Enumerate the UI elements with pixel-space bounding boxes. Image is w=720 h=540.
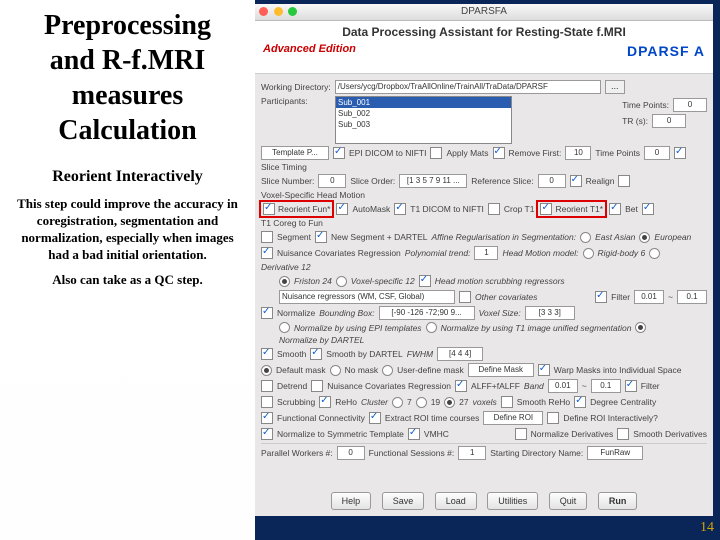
help-button[interactable]: Help <box>331 492 372 510</box>
close-icon[interactable] <box>259 7 268 16</box>
run-button[interactable]: Run <box>598 492 638 510</box>
new-segment-cb[interactable] <box>315 231 327 243</box>
tr-input[interactable]: 0 <box>652 114 686 128</box>
app-window: DPARSFA Data Processing Assistant for Re… <box>255 4 713 516</box>
minimize-icon[interactable] <box>274 7 283 16</box>
automask-cb[interactable] <box>336 203 348 215</box>
template-button[interactable]: Template P... <box>261 146 329 160</box>
page-number: 14 <box>700 520 714 536</box>
bet-cb[interactable] <box>609 203 621 215</box>
realign-cb[interactable] <box>570 175 582 187</box>
quit-button[interactable]: Quit <box>549 492 588 510</box>
remove-first-cb[interactable] <box>493 147 505 159</box>
utilities-button[interactable]: Utilities <box>487 492 538 510</box>
list-item[interactable]: Sub_002 <box>336 108 511 119</box>
european-rb[interactable] <box>639 232 650 243</box>
smooth-cb[interactable] <box>261 348 273 360</box>
apply-mats-cb[interactable] <box>430 147 442 159</box>
east-asian-rb[interactable] <box>580 232 591 243</box>
nuisance-cb[interactable] <box>261 247 273 259</box>
timepoints-input[interactable]: 0 <box>673 98 707 112</box>
window-title: DPARSFA <box>255 4 713 20</box>
slide-paragraph-1: This step could improve the accuracy in … <box>10 196 245 264</box>
participants-list[interactable]: Sub_001 Sub_002 Sub_003 <box>335 96 512 144</box>
reorient-fun-cb[interactable] <box>263 203 275 215</box>
button-bar: Help Save Load Utilities Quit Run <box>255 492 713 510</box>
slide-text-panel: Preprocessing and R-f.MRI measures Calcu… <box>0 0 255 540</box>
list-item[interactable]: Sub_001 <box>336 97 511 108</box>
normalize-cb[interactable] <box>261 307 273 319</box>
segment-cb[interactable] <box>261 231 273 243</box>
list-item[interactable]: Sub_003 <box>336 119 511 130</box>
epi-dicom-cb[interactable] <box>333 147 345 159</box>
browse-button[interactable]: ... <box>605 80 625 94</box>
crop-t1-cb[interactable] <box>488 203 500 215</box>
filter-cb[interactable] <box>595 291 607 303</box>
working-dir-input[interactable]: /Users/ycg/Dropbox/TraAllOnline/TrainAll… <box>335 80 601 94</box>
participants-label: Participants: <box>261 96 308 106</box>
save-button[interactable]: Save <box>382 492 425 510</box>
slide-subtitle: Reorient Interactively <box>8 168 247 186</box>
working-dir-label: Working Directory: <box>261 82 331 92</box>
voxel-head-motion-cb[interactable] <box>618 175 630 187</box>
slice-timing-cb[interactable] <box>674 147 686 159</box>
slide-title: Preprocessing and R-f.MRI measures Calcu… <box>8 8 247 148</box>
zoom-icon[interactable] <box>288 7 297 16</box>
app-title: Data Processing Assistant for Resting-St… <box>263 25 705 39</box>
reorient-t1-cb[interactable] <box>540 203 552 215</box>
load-button[interactable]: Load <box>435 492 477 510</box>
t1-coreg-cb[interactable] <box>642 203 654 215</box>
window-titlebar[interactable]: DPARSFA <box>255 4 713 21</box>
slide-paragraph-2: Also can take as a QC step. <box>10 272 245 289</box>
brand-label: DPARSF A <box>627 43 705 59</box>
t1-dicom-cb[interactable] <box>394 203 406 215</box>
edition-label: Advanced Edition <box>263 43 356 55</box>
